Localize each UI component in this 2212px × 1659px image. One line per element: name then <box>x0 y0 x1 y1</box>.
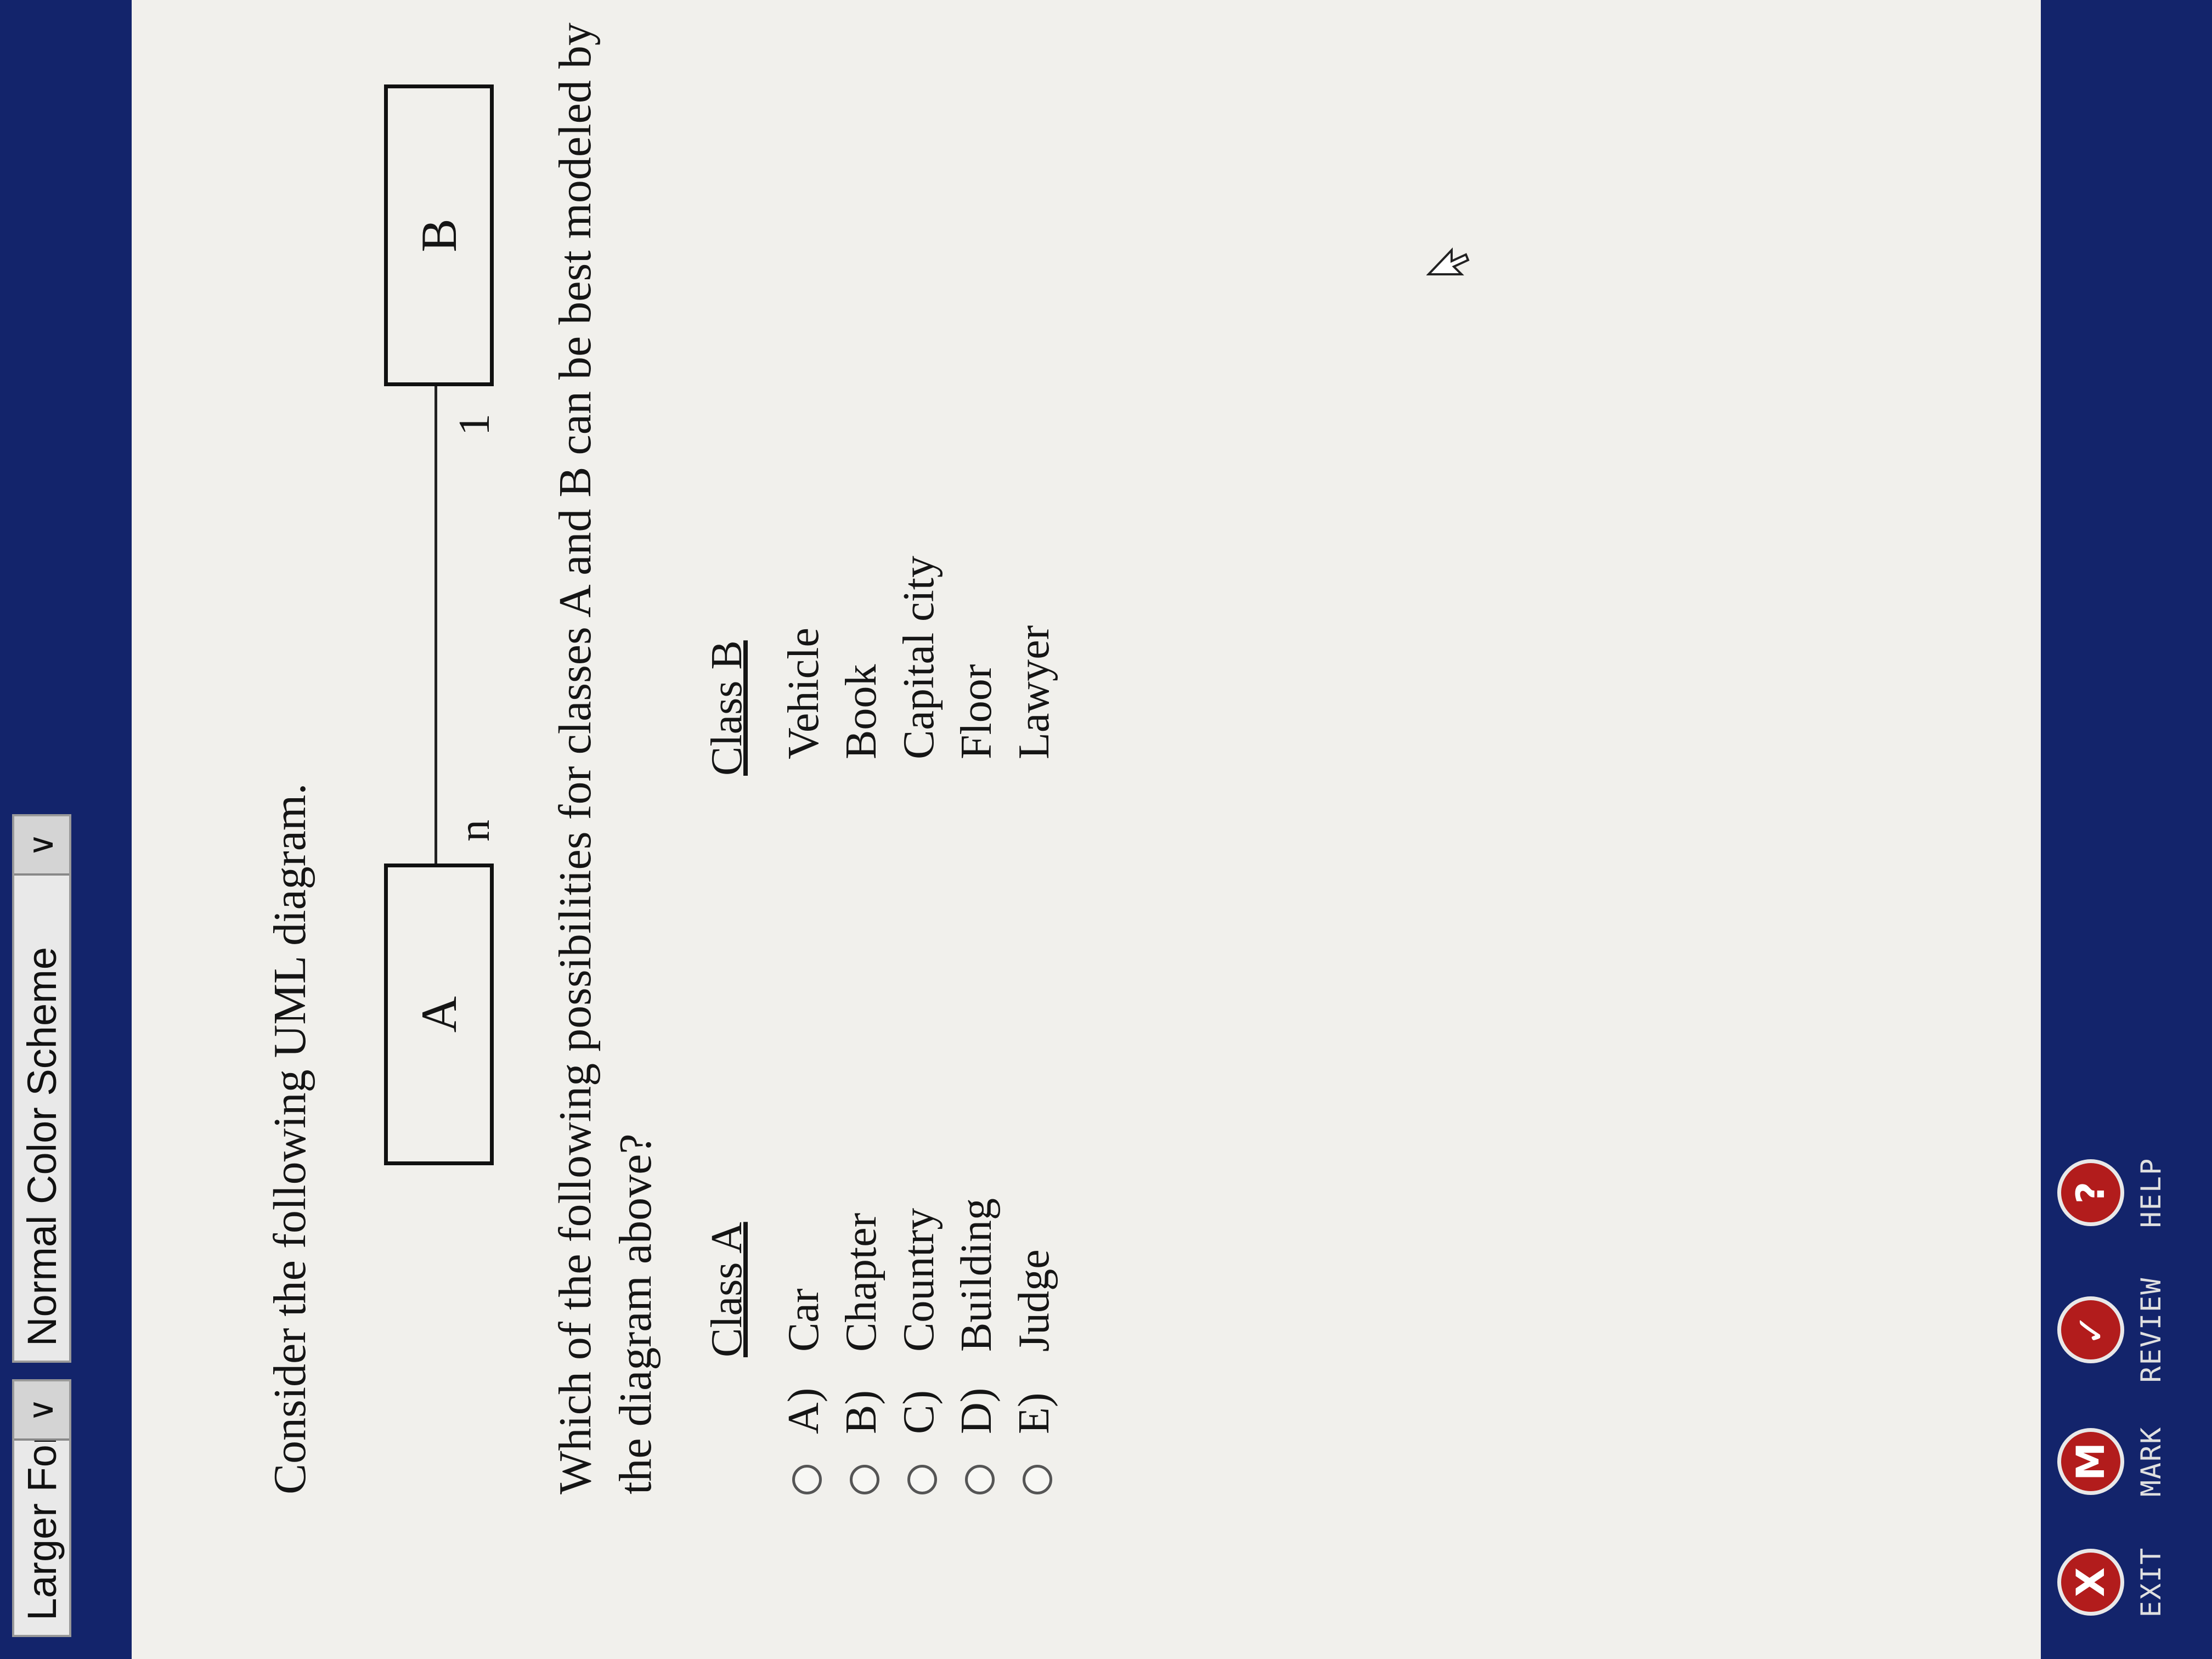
option-letter: E) <box>1010 1392 1058 1434</box>
help-icon: ? <box>2057 1159 2124 1226</box>
radio-button[interactable] <box>1023 1465 1052 1494</box>
mouse-cursor-icon <box>1426 247 1470 275</box>
option-class-b: Floor <box>952 664 1001 759</box>
option-class-a: Judge <box>1010 1249 1058 1352</box>
association-line <box>435 386 437 864</box>
option-class-b: Lawyer <box>1010 625 1058 759</box>
uml-class-a-label: A <box>411 996 467 1033</box>
review-button[interactable]: ✓ REVIEW <box>2057 1259 2167 1401</box>
question-intro: Consider the following UML diagram. <box>264 783 315 1494</box>
option-class-b: Vehicle <box>780 628 828 759</box>
uml-class-b-box: B <box>384 84 494 386</box>
option-letter: B) <box>837 1390 885 1434</box>
rotated-display: Larger Font ∨ Normal Color Scheme ∨ Cons… <box>0 0 2212 1659</box>
color-scheme-select[interactable]: Normal Color Scheme ∨ <box>12 814 71 1363</box>
font-size-select[interactable]: Larger Font ∨ <box>12 1379 71 1637</box>
column-header-class-b: Class B <box>703 640 751 776</box>
font-size-select-value: Larger Font <box>19 1410 65 1621</box>
help-label: HELP <box>2135 1157 2167 1228</box>
top-toolbar: Larger Font ∨ Normal Color Scheme ∨ <box>0 0 132 1659</box>
option-letter: C) <box>895 1390 943 1434</box>
mark-icon: M <box>2057 1428 2124 1495</box>
option-class-b: Book <box>837 664 885 759</box>
question-panel: Consider the following UML diagram. A n … <box>132 0 2041 1659</box>
checkmark-icon: ✓ <box>2057 1296 2124 1363</box>
option-class-a: Car <box>780 1288 828 1352</box>
chevron-down-icon[interactable]: ∨ <box>14 816 69 876</box>
uml-class-a-box: A <box>384 864 494 1165</box>
radio-button[interactable] <box>907 1465 937 1494</box>
exit-button[interactable]: X EXIT <box>2057 1522 2167 1643</box>
column-header-class-a: Class A <box>703 1222 751 1357</box>
mark-label: MARK <box>2135 1426 2167 1497</box>
close-icon: X <box>2057 1549 2124 1616</box>
question-prompt-line2: the diagram above? <box>610 1133 661 1494</box>
option-class-b: Capital city <box>895 555 943 759</box>
option-letter: A) <box>780 1387 828 1434</box>
exam-screen: Larger Font ∨ Normal Color Scheme ∨ Cons… <box>0 0 2212 1659</box>
option-class-a: Building <box>952 1198 1001 1352</box>
mark-button[interactable]: M MARK <box>2057 1401 2167 1522</box>
question-prompt-line1: Which of the following possibilities for… <box>550 22 601 1494</box>
color-scheme-select-value: Normal Color Scheme <box>19 947 65 1346</box>
bottom-nav-bar: X EXIT M MARK ✓ REVIEW ? HELP <box>2041 0 2212 1659</box>
exit-label: EXIT <box>2135 1547 2167 1618</box>
radio-button[interactable] <box>965 1465 995 1494</box>
radio-button[interactable] <box>850 1465 879 1494</box>
multiplicity-b: 1 <box>450 414 499 436</box>
chevron-down-icon[interactable]: ∨ <box>14 1381 69 1441</box>
radio-button[interactable] <box>792 1465 822 1494</box>
multiplicity-a: n <box>450 820 499 842</box>
option-letter: D) <box>952 1387 1001 1434</box>
uml-class-b-label: B <box>411 218 467 252</box>
option-class-a: Country <box>895 1207 943 1352</box>
review-label: REVIEW <box>2135 1277 2167 1383</box>
help-button[interactable]: ? HELP <box>2057 1132 2167 1253</box>
option-class-a: Chapter <box>837 1212 885 1352</box>
